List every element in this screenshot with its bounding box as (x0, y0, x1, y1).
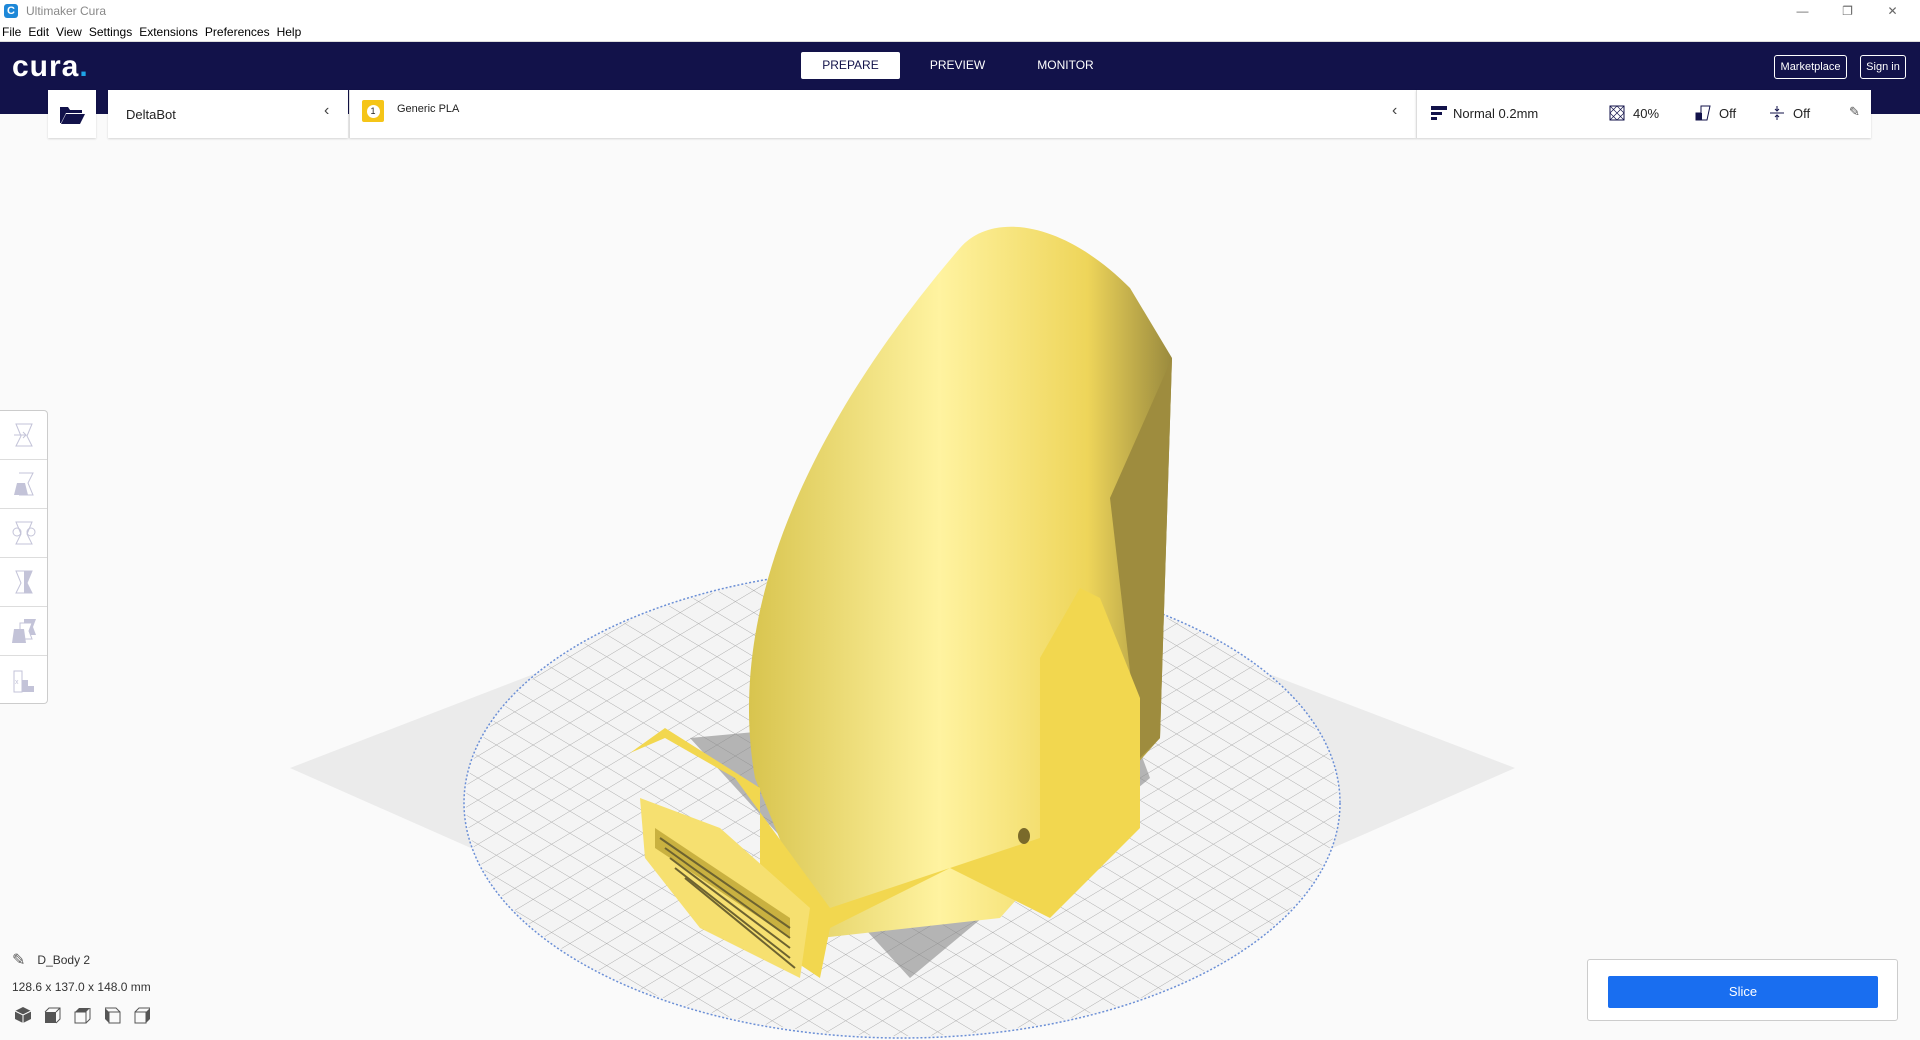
move-tool-button[interactable] (0, 411, 47, 460)
move-icon (13, 423, 33, 447)
tab-monitor[interactable]: MONITOR (1017, 52, 1114, 79)
pencil-icon: ✎ (1849, 104, 1860, 119)
chevron-left-icon: ‹ (324, 102, 330, 119)
slice-panel: Slice (1587, 959, 1898, 1021)
close-button[interactable]: ✕ (1870, 0, 1915, 22)
support-icon (1695, 105, 1711, 121)
menu-preferences[interactable]: Preferences (205, 25, 270, 39)
scale-tool-button[interactable] (0, 460, 47, 509)
menu-edit[interactable]: Edit (28, 25, 49, 39)
window-title: Ultimaker Cura (26, 4, 107, 18)
menu-view[interactable]: View (56, 25, 82, 39)
view-3d-icon[interactable] (14, 1006, 32, 1024)
support-blocker-button[interactable]: x (0, 656, 47, 705)
view-right-icon[interactable] (134, 1006, 152, 1024)
menu-file[interactable]: File (2, 25, 21, 39)
title-bar: C Ultimaker Cura — ❐ ✕ (0, 0, 1920, 22)
menu-help[interactable]: Help (277, 25, 302, 39)
per-model-settings-icon (11, 619, 36, 643)
sign-in-button[interactable]: Sign in (1860, 55, 1906, 79)
mirror-icon (14, 570, 33, 594)
profile-label: Normal 0.2mm (1453, 106, 1539, 121)
chevron-left-icon: ‹ (1392, 102, 1398, 119)
menu-bar: File Edit View Settings Extensions Prefe… (0, 22, 1920, 42)
profile-icon (1431, 106, 1447, 120)
print-settings-selector[interactable]: Normal 0.2mm 40% Off Off ✎ (1416, 90, 1871, 138)
cura-logo: cura. (12, 50, 89, 83)
material-selector[interactable]: 1 Generic PLA ‹ (349, 90, 1416, 138)
mirror-tool-button[interactable] (0, 558, 47, 607)
folder-icon (60, 107, 85, 124)
menu-extensions[interactable]: Extensions (139, 25, 198, 39)
per-model-settings-button[interactable] (0, 607, 47, 656)
tab-preview[interactable]: PREVIEW (910, 52, 1005, 79)
object-info: ✎ D_Body 2 128.6 x 137.0 x 148.0 mm (12, 950, 151, 994)
view-top-icon[interactable] (74, 1006, 92, 1024)
cura-app-icon: C (4, 4, 18, 18)
slice-button[interactable]: Slice (1608, 976, 1878, 1008)
minimize-button[interactable]: — (1780, 0, 1825, 22)
rotate-tool-button[interactable] (0, 509, 47, 558)
object-name[interactable]: D_Body 2 (37, 953, 90, 967)
tool-sidebar: x (0, 410, 48, 704)
support-value: Off (1719, 106, 1737, 121)
view-left-icon[interactable] (104, 1006, 122, 1024)
camera-view-buttons (14, 1006, 152, 1024)
adhesion-value: Off (1793, 106, 1811, 121)
scale-icon (13, 472, 34, 496)
view-front-icon[interactable] (44, 1006, 62, 1024)
rotate-icon (12, 521, 35, 545)
printer-name: DeltaBot (126, 106, 176, 122)
infill-value: 40% (1633, 106, 1660, 121)
adhesion-icon (1770, 106, 1784, 120)
restore-button[interactable]: ❐ (1825, 0, 1870, 22)
tab-prepare[interactable]: PREPARE (801, 52, 900, 79)
support-blocker-icon: x (13, 670, 34, 692)
material-name: Generic PLA (397, 103, 460, 115)
svg-text:x: x (15, 679, 19, 686)
3d-viewport[interactable] (0, 138, 1920, 1040)
printer-selector[interactable]: DeltaBot ‹ (108, 90, 348, 138)
marketplace-button[interactable]: Marketplace (1774, 55, 1847, 79)
menu-settings[interactable]: Settings (89, 25, 132, 39)
object-dimensions: 128.6 x 137.0 x 148.0 mm (12, 980, 151, 994)
extruder-badge: 1 (362, 100, 384, 122)
pencil-icon: ✎ (12, 952, 26, 969)
open-file-button[interactable] (48, 90, 96, 138)
infill-icon (1609, 105, 1625, 121)
